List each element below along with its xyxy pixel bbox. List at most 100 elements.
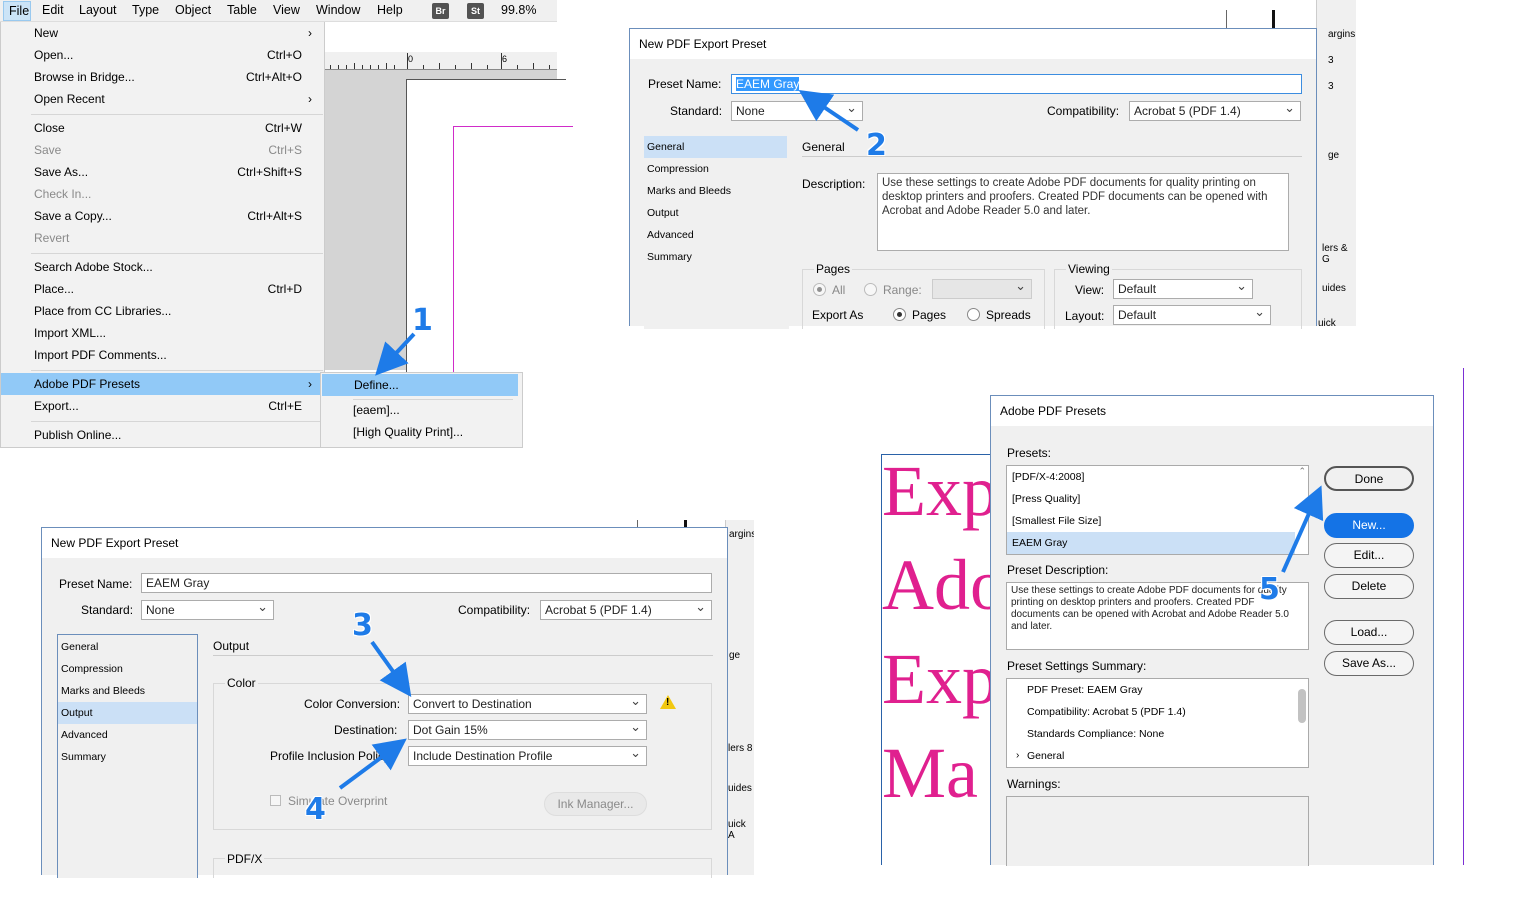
menu-item-search-stock[interactable]: Search Adobe Stock...: [1, 256, 324, 278]
delete-button[interactable]: Delete: [1324, 574, 1414, 599]
all-radio[interactable]: [813, 283, 826, 296]
pasteboard: [325, 70, 573, 386]
pdfx-group-label: PDF/X: [225, 852, 265, 866]
ink-manager-button[interactable]: Ink Manager...: [544, 792, 647, 816]
range-radio[interactable]: [864, 283, 877, 296]
menu-item-publish-online[interactable]: Publish Online...: [1, 424, 324, 446]
spreads-radio-label: Spreads: [986, 308, 1031, 322]
nav-general[interactable]: General: [644, 136, 787, 158]
menu-item-place-cc[interactable]: Place from CC Libraries...: [1, 300, 324, 322]
menu-item-eaem-preset[interactable]: [eaem]...: [353, 403, 400, 417]
standard-label: Standard:: [81, 603, 134, 617]
menu-item-import-pdf-comments[interactable]: Import PDF Comments...: [1, 344, 324, 366]
nav-summary[interactable]: Summary: [58, 746, 106, 768]
new-button[interactable]: New...: [1324, 513, 1414, 538]
done-button[interactable]: Done: [1324, 466, 1414, 491]
summary-label: Preset Settings Summary:: [1007, 659, 1147, 673]
save-as-button[interactable]: Save As...: [1324, 651, 1414, 676]
nav-advanced[interactable]: Advanced: [58, 724, 108, 746]
menu-item-pdf-presets[interactable]: Adobe PDF Presets ›: [1, 373, 324, 395]
nav-summary[interactable]: Summary: [644, 246, 692, 268]
preset-item-eaem-gray[interactable]: EAEM Gray: [1007, 532, 1295, 554]
pages-radio[interactable]: [893, 308, 906, 321]
zoom-level[interactable]: 99.8%: [501, 3, 536, 17]
nav-output[interactable]: Output: [58, 702, 197, 724]
menu-item-place[interactable]: Place... Ctrl+D: [1, 278, 324, 300]
nav-advanced[interactable]: Advanced: [644, 224, 694, 246]
menu-window[interactable]: Window: [316, 3, 360, 17]
preset-item-pdfx4[interactable]: [PDF/X-4:2008]: [1007, 466, 1295, 488]
menu-view[interactable]: View: [273, 3, 300, 17]
destination-label: Destination:: [334, 723, 398, 737]
menu-item-check-in: Check In...: [34, 187, 92, 201]
range-select[interactable]: [932, 279, 1032, 299]
compatibility-select[interactable]: Acrobat 5 (PDF 1.4): [1129, 101, 1301, 121]
summary-item-general[interactable]: General: [1007, 745, 1064, 767]
color-conversion-select[interactable]: Convert to Destination: [408, 694, 647, 714]
view-label: View:: [1075, 283, 1105, 297]
menu-item-define[interactable]: Define...: [322, 374, 518, 396]
preset-name-input[interactable]: EAEM Gray: [731, 74, 1302, 94]
menu-item-browse-bridge[interactable]: Browse in Bridge... Ctrl+Alt+O: [1, 66, 324, 88]
category-list: General Compression Marks and Bleeds Out…: [644, 134, 789, 329]
dialog-title: Adobe PDF Presets: [991, 396, 1433, 426]
nav-compression[interactable]: Compression: [644, 158, 709, 180]
menu-item-hq-preset[interactable]: [High Quality Print]...: [353, 425, 463, 439]
pdfx-group: [213, 858, 712, 878]
chevron-right-icon: ›: [308, 377, 312, 391]
view-select[interactable]: Default: [1113, 279, 1253, 299]
scrollbar-thumb[interactable]: [1298, 689, 1306, 723]
menu-item-close[interactable]: Close Ctrl+W: [1, 117, 324, 139]
nav-output[interactable]: Output: [644, 202, 679, 224]
compatibility-select[interactable]: Acrobat 5 (PDF 1.4): [540, 600, 712, 620]
stock-icon[interactable]: St: [467, 3, 484, 19]
color-conversion-label: Color Conversion:: [304, 697, 401, 711]
menu-item-open-recent[interactable]: Open Recent ›: [1, 88, 324, 110]
preset-name-input[interactable]: EAEM Gray: [141, 573, 712, 593]
nav-marks-bleeds[interactable]: Marks and Bleeds: [58, 680, 145, 702]
nav-compression[interactable]: Compression: [58, 658, 123, 680]
menu-item-save-as[interactable]: Save As... Ctrl+Shift+S: [1, 161, 324, 183]
standard-select[interactable]: None: [141, 600, 274, 620]
nav-marks-bleeds[interactable]: Marks and Bleeds: [644, 180, 731, 202]
new-pdf-preset-dialog-output: New PDF Export Preset Preset Name: EAEM …: [41, 527, 728, 878]
callout-3: 3: [352, 608, 373, 643]
profile-inclusion-select[interactable]: Include Destination Profile: [408, 746, 647, 766]
pages-radio-label: Pages: [912, 308, 947, 322]
warnings-label: Warnings:: [1007, 777, 1061, 791]
ruler-label-0: 0: [408, 54, 414, 64]
description-label: Description:: [802, 177, 866, 191]
bridge-icon[interactable]: Br: [432, 3, 449, 19]
menu-table[interactable]: Table: [227, 3, 257, 17]
edit-button[interactable]: Edit...: [1324, 543, 1414, 568]
callout-1: 1: [412, 303, 433, 338]
menu-item-new[interactable]: New ›: [1, 22, 324, 44]
load-button[interactable]: Load...: [1324, 620, 1414, 645]
preset-item-smallest-file[interactable]: [Smallest File Size]: [1007, 510, 1295, 532]
preset-item-press-quality[interactable]: [Press Quality]: [1007, 488, 1295, 510]
standard-select[interactable]: None: [731, 101, 863, 121]
menu-type[interactable]: Type: [132, 3, 159, 17]
category-list: General Compression Marks and Bleeds Out…: [57, 634, 198, 878]
menu-item-save-copy[interactable]: Save a Copy... Ctrl+Alt+S: [1, 205, 324, 227]
menu-file[interactable]: File: [3, 1, 31, 21]
menu-edit[interactable]: Edit: [42, 3, 64, 17]
layout-select[interactable]: Default: [1113, 305, 1271, 325]
menu-item-export[interactable]: Export... Ctrl+E: [1, 395, 324, 417]
compatibility-label: Compatibility:: [458, 603, 531, 617]
menu-item-import-xml[interactable]: Import XML...: [1, 322, 324, 344]
simulate-overprint-checkbox[interactable]: [270, 795, 281, 806]
document-page: Exp Ado Exp Ma: [881, 454, 993, 865]
new-pdf-preset-dialog-general: New PDF Export Preset Preset Name: EAEM …: [629, 28, 1317, 329]
scroll-up-icon[interactable]: ⌃: [1298, 466, 1306, 477]
menu-layout[interactable]: Layout: [79, 3, 117, 17]
menu-item-open[interactable]: Open... Ctrl+O: [1, 44, 324, 66]
presets-list: [PDF/X-4:2008] [Press Quality] [Smallest…: [1006, 465, 1309, 555]
menu-help[interactable]: Help: [377, 3, 403, 17]
summary-list: PDF Preset: EAEM Gray Compatibility: Acr…: [1006, 678, 1309, 768]
nav-general[interactable]: General: [58, 636, 98, 658]
menu-object[interactable]: Object: [175, 3, 211, 17]
destination-select[interactable]: Dot Gain 15%: [408, 720, 647, 740]
spreads-radio[interactable]: [967, 308, 980, 321]
description-textarea[interactable]: Use these settings to create Adobe PDF d…: [877, 173, 1289, 251]
